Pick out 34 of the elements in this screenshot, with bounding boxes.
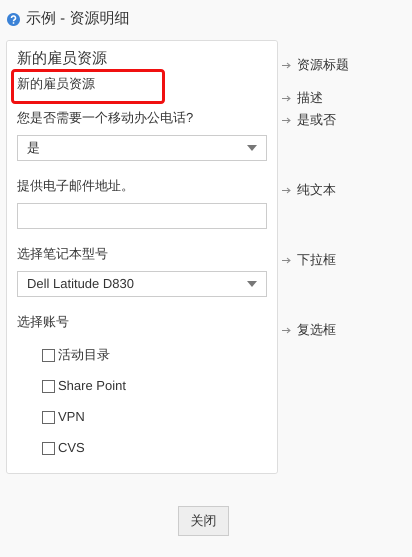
checkbox[interactable] bbox=[42, 410, 55, 424]
arrow-icon bbox=[282, 256, 291, 264]
field-label: 提供电子邮件地址。 bbox=[17, 178, 135, 194]
arrow-icon bbox=[282, 116, 291, 124]
dropdown-field[interactable]: 是 bbox=[17, 135, 267, 161]
form-title: 新的雇员资源 bbox=[17, 50, 108, 68]
email-input-field[interactable] bbox=[17, 203, 267, 229]
field-label: 您是否需要一个移动办公电话? bbox=[17, 110, 194, 126]
checkbox[interactable] bbox=[42, 348, 55, 362]
form-description: 新的雇员资源 bbox=[17, 75, 96, 93]
annotation-label: 描述 bbox=[297, 90, 323, 106]
dropdown-caret-icon bbox=[247, 145, 257, 151]
checkbox-label: CVS bbox=[58, 439, 85, 458]
close-button[interactable]: 关闭 bbox=[178, 506, 229, 536]
checkbox-label: VPN bbox=[58, 408, 85, 426]
arrow-icon bbox=[282, 94, 291, 102]
help-icon bbox=[7, 13, 20, 26]
arrow-icon bbox=[282, 62, 291, 68]
checkbox[interactable] bbox=[42, 442, 55, 454]
checkbox-label: Share Point bbox=[58, 377, 126, 396]
arrow-icon bbox=[282, 326, 291, 334]
annotation-label: 复选框 bbox=[297, 322, 336, 338]
annotation-label: 纯文本 bbox=[297, 182, 336, 198]
checkbox[interactable] bbox=[42, 380, 55, 392]
annotation-label: 是或否 bbox=[297, 112, 336, 128]
field-label: 选择账号 bbox=[17, 314, 70, 330]
annotation-label: 资源标题 bbox=[297, 57, 349, 73]
dropdown-field[interactable]: Dell Latitude D830 bbox=[17, 271, 267, 297]
annotation-label: 下拉框 bbox=[297, 252, 336, 268]
checkbox-label: 活动目录 bbox=[58, 346, 110, 364]
window-title: 示例 - 资源明细 bbox=[26, 9, 130, 30]
field-label: 选择笔记本型号 bbox=[17, 246, 109, 262]
arrow-icon bbox=[282, 186, 291, 194]
dropdown-caret-icon bbox=[247, 281, 257, 287]
